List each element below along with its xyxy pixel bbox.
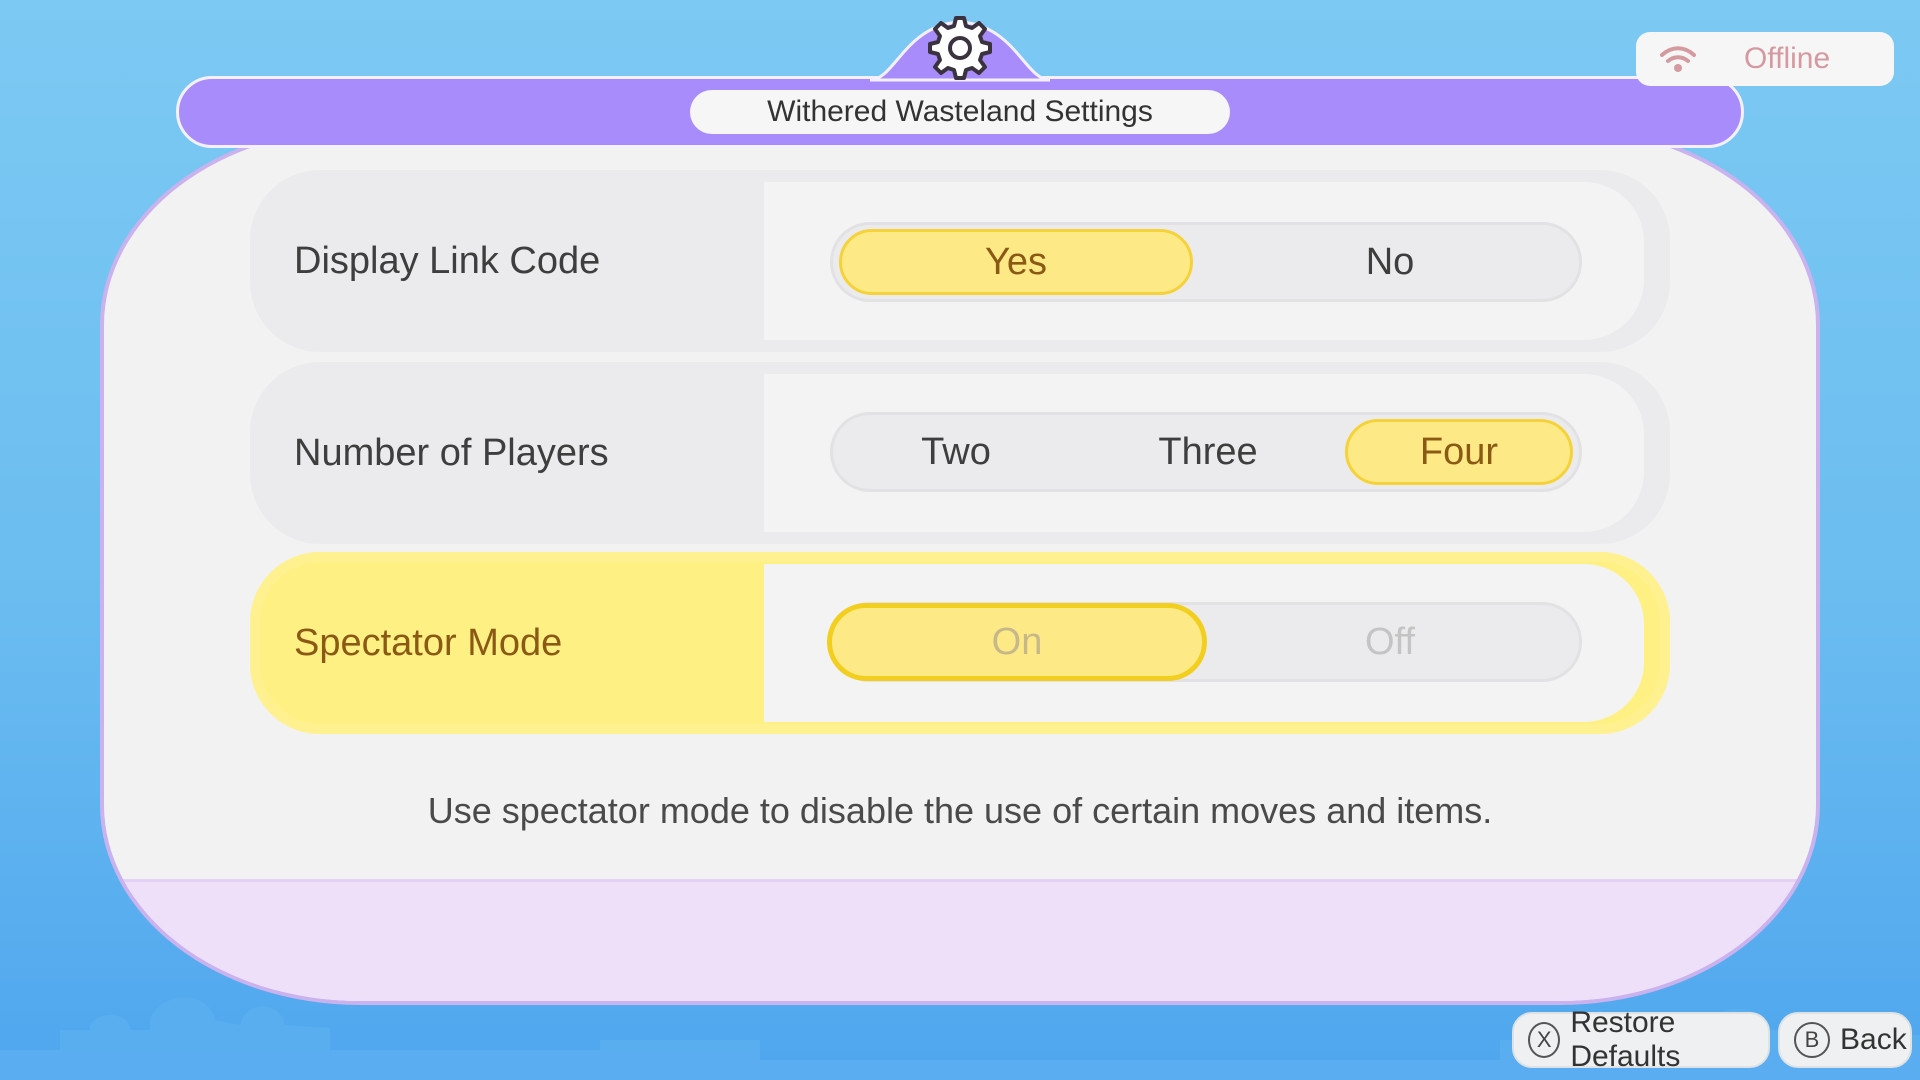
status-label: Offline (1744, 42, 1831, 75)
option-toggle-display-link-code: Yes No (830, 222, 1582, 302)
setting-label: Spectator Mode (294, 621, 563, 664)
option-four[interactable]: Four (1345, 419, 1573, 485)
connection-status-badge: Offline (1636, 32, 1894, 86)
option-toggle-spectator-mode: On Off (827, 602, 1582, 682)
x-button-icon: X (1528, 1022, 1561, 1058)
setting-label: Display Link Code (294, 239, 601, 282)
restore-defaults-button[interactable]: X Restore Defaults (1512, 1006, 1770, 1073)
page-title: Withered Wasteland Settings (690, 90, 1230, 134)
option-no[interactable]: No (1213, 229, 1567, 295)
setting-description: Use spectator mode to disable the use of… (427, 790, 1493, 831)
option-on[interactable]: On (827, 603, 1207, 681)
back-button[interactable]: B Back (1778, 1012, 1912, 1068)
wifi-icon (1660, 46, 1696, 72)
description-area (104, 879, 1816, 1001)
gear-icon (928, 16, 992, 80)
b-button-icon: B (1794, 1022, 1830, 1058)
option-toggle-number-of-players: Two Three Four (830, 412, 1582, 492)
option-yes[interactable]: Yes (839, 229, 1193, 295)
option-two[interactable]: Two (841, 419, 1071, 485)
option-off[interactable]: Off (1213, 609, 1567, 675)
setting-label: Number of Players (294, 431, 609, 474)
restore-defaults-label: Restore Defaults (1570, 1006, 1681, 1073)
option-three[interactable]: Three (1093, 419, 1323, 485)
back-label: Back (1840, 1023, 1907, 1056)
